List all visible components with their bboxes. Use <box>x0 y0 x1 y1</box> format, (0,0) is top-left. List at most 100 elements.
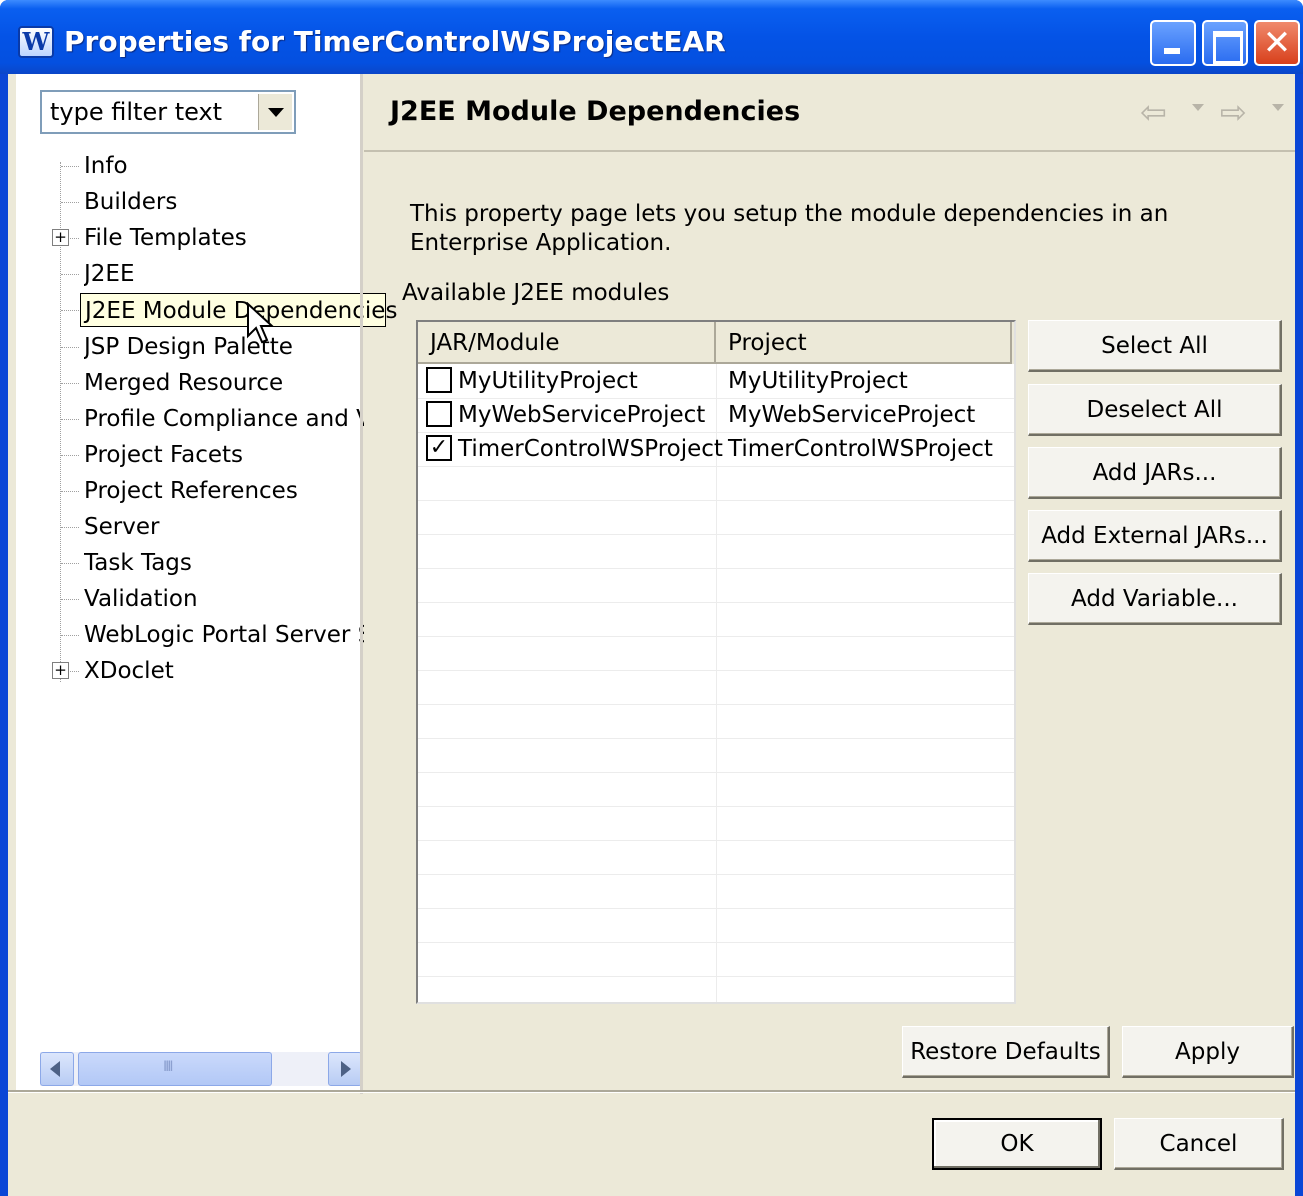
maximize-button[interactable] <box>1202 20 1248 66</box>
row-divider <box>418 466 1014 467</box>
close-icon: ✕ <box>1262 23 1292 63</box>
tree-connector <box>61 274 79 275</box>
module-cell: TimerControlWSProject <box>458 436 723 462</box>
tree-item[interactable]: J2EE <box>84 257 364 291</box>
modules-table[interactable]: JAR/Module Project MyUtilityProject MyUti… <box>416 320 1016 1004</box>
tree-connector <box>61 310 79 311</box>
scroll-left-icon[interactable] <box>40 1052 74 1086</box>
page-header: J2EE Module Dependencies ⇦ ⇨ <box>364 74 1295 152</box>
row-divider <box>418 874 1014 875</box>
tree-item[interactable]: File Templates <box>84 221 364 255</box>
tree-item[interactable]: J2EE Module Dependencies <box>80 293 397 327</box>
forward-dropdown-icon[interactable] <box>1272 104 1284 111</box>
pane-divider[interactable] <box>360 74 363 1094</box>
row-divider <box>418 976 1014 977</box>
tree-item[interactable]: Validation <box>84 582 364 616</box>
tree-item[interactable]: Project Facets <box>84 438 364 472</box>
back-arrow-icon[interactable]: ⇦ <box>1140 96 1167 128</box>
add-external-jars-button[interactable]: Add External JARs... <box>1028 510 1282 562</box>
app-icon: W <box>18 26 54 58</box>
tree-connector <box>61 491 79 492</box>
expand-plus-icon[interactable]: + <box>52 229 69 246</box>
select-all-button[interactable]: Select All <box>1028 320 1282 372</box>
button-bar-separator <box>8 1090 1295 1093</box>
apply-button[interactable]: Apply <box>1122 1026 1294 1078</box>
row-divider <box>418 772 1014 773</box>
tree-connector <box>61 455 79 456</box>
tree-item[interactable]: XDoclet <box>84 654 364 688</box>
minimize-button[interactable] <box>1150 20 1196 66</box>
forward-arrow-icon[interactable]: ⇨ <box>1220 96 1247 128</box>
tree-connector <box>61 419 79 420</box>
tree-item[interactable]: Project References <box>84 474 364 508</box>
filter-combo[interactable]: type filter text <box>40 90 296 134</box>
project-cell: MyUtilityProject <box>728 368 908 394</box>
module-cell: MyWebServiceProject <box>458 402 706 428</box>
dialog-client-area: type filter text Info Builders + File Templ… <box>8 74 1295 1196</box>
tree-connector <box>61 202 79 203</box>
back-dropdown-icon[interactable] <box>1192 104 1204 111</box>
tree-item[interactable]: Profile Compliance and Va <box>84 402 364 436</box>
project-cell: MyWebServiceProject <box>728 402 976 428</box>
page-title: J2EE Module Dependencies <box>390 96 801 127</box>
row-divider <box>418 568 1014 569</box>
properties-dialog: W Properties for TimerControlWSProjectEA… <box>0 0 1303 1196</box>
table-row[interactable]: MyWebServiceProject MyWebServiceProject <box>418 398 1014 432</box>
module-cell: MyUtilityProject <box>458 368 638 394</box>
table-header: JAR/Module Project <box>418 322 1014 364</box>
available-modules-label: Available J2EE modules <box>402 280 670 306</box>
project-cell: TimerControlWSProject <box>728 436 993 462</box>
column-header-jar-module[interactable]: JAR/Module <box>418 322 716 364</box>
tree-connector <box>61 527 79 528</box>
row-divider <box>418 670 1014 671</box>
tree-item[interactable]: Server <box>84 510 364 544</box>
row-divider <box>418 908 1014 909</box>
scroll-right-icon[interactable] <box>328 1052 362 1086</box>
row-divider <box>418 534 1014 535</box>
add-variable-button[interactable]: Add Variable... <box>1028 573 1282 625</box>
table-row[interactable]: MyUtilityProject MyUtilityProject <box>418 364 1014 398</box>
scroll-thumb[interactable] <box>78 1052 272 1086</box>
page-description: This property page lets you setup the mo… <box>410 201 1169 256</box>
row-divider <box>418 636 1014 637</box>
horizontal-scrollbar[interactable] <box>40 1052 362 1086</box>
tree-connector <box>61 383 79 384</box>
ok-button[interactable]: OK <box>932 1118 1102 1170</box>
chevron-down-icon[interactable] <box>258 94 292 130</box>
close-button[interactable]: ✕ <box>1254 20 1300 66</box>
mouse-cursor-icon <box>247 302 275 344</box>
row-divider <box>418 840 1014 841</box>
row-divider <box>418 806 1014 807</box>
expand-plus-icon[interactable]: + <box>52 662 69 679</box>
tree-connector <box>61 347 79 348</box>
tree-connector <box>61 166 79 167</box>
tree-connector <box>61 563 79 564</box>
row-divider <box>418 704 1014 705</box>
table-row[interactable]: ✓ TimerControlWSProject TimerControlWSProj… <box>418 432 1014 466</box>
tree-item[interactable]: Task Tags <box>84 546 364 580</box>
checkbox-unchecked[interactable] <box>426 367 452 393</box>
checkbox-unchecked[interactable] <box>426 401 452 427</box>
property-tree-pane: type filter text Info Builders + File Templ… <box>16 74 397 1090</box>
row-divider <box>418 942 1014 943</box>
row-divider <box>418 500 1014 501</box>
row-divider <box>418 602 1014 603</box>
tree-item[interactable]: Info <box>84 149 364 183</box>
tree-item[interactable]: Merged Resource <box>84 366 364 400</box>
tree-connector <box>61 635 79 636</box>
tree-item[interactable]: JSP Design Palette <box>84 330 364 364</box>
filter-input[interactable]: type filter text <box>50 98 222 126</box>
restore-defaults-button[interactable]: Restore Defaults <box>902 1026 1110 1078</box>
cancel-button[interactable]: Cancel <box>1114 1118 1284 1170</box>
column-header-project[interactable]: Project <box>716 322 1012 364</box>
window-title: Properties for TimerControlWSProjectEAR <box>64 25 726 58</box>
title-bar[interactable]: W Properties for TimerControlWSProjectEA… <box>0 0 1303 74</box>
tree-item[interactable]: Builders <box>84 185 364 219</box>
add-jars-button[interactable]: Add JARs... <box>1028 447 1282 499</box>
table-body: MyUtilityProject MyUtilityProject MyWebSer… <box>418 364 1014 1002</box>
deselect-all-button[interactable]: Deselect All <box>1028 384 1282 436</box>
checkbox-checked[interactable]: ✓ <box>426 435 452 461</box>
tree-connector <box>61 599 79 600</box>
row-divider <box>418 738 1014 739</box>
tree-item[interactable]: WebLogic Portal Server S <box>84 618 364 652</box>
